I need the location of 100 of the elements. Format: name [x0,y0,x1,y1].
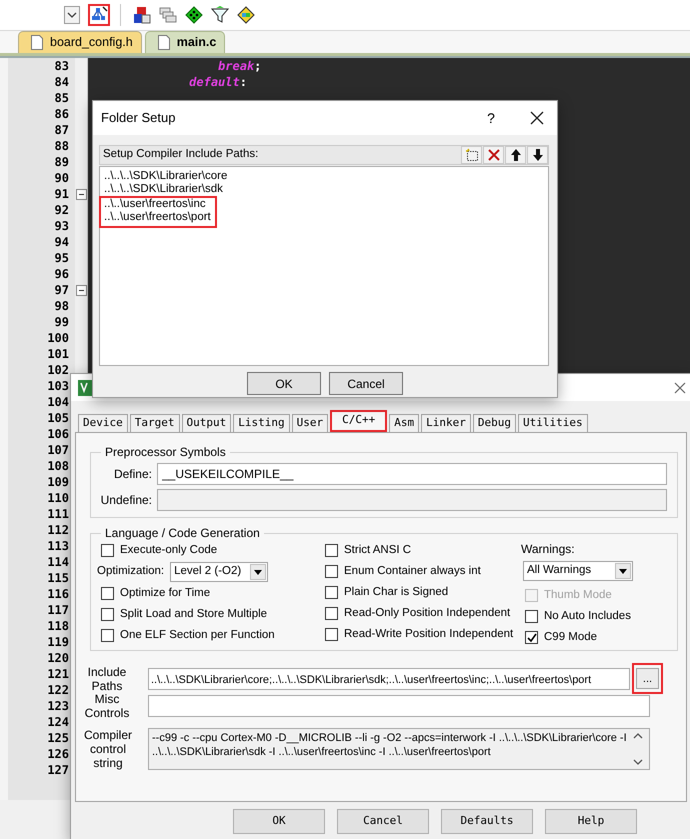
tab[interactable]: Target [130,414,180,432]
field-label: Compiler control string [82,728,133,770]
line-number: 117 [46,602,70,618]
checkbox-label: Enum Container always int [344,564,481,579]
line-number: 85 [54,90,70,106]
code-punctuation: ; [254,59,262,73]
ok-button[interactable]: OK [247,372,321,395]
checkbox[interactable] [325,607,338,620]
defaults-button[interactable]: Defaults [441,809,533,834]
help-button[interactable]: ? [481,108,501,128]
list-item[interactable]: ..\..\user\freertos\port [102,211,211,224]
file-tab[interactable]: main.c [144,31,226,53]
line-number: 127 [46,762,70,778]
diamond-icon[interactable] [185,6,203,24]
field-label: Optimization: [97,564,164,580]
text-field[interactable]: ..\..\..\SDK\Librarier\core;..\..\..\SDK\Librarier\sdk;..\..\user\freertos\inc;..\..\user\freertos\port [148,668,630,690]
line-number: 124 [46,714,70,730]
tab[interactable]: Listing [233,414,290,432]
line-number: 105 [46,410,70,426]
blocks-icon[interactable] [133,6,151,24]
checkbox-label: Optimize for Time [120,586,210,601]
cancel-button[interactable]: Cancel [337,809,429,834]
text-field[interactable] [148,695,650,717]
collapse-icon[interactable] [76,284,86,296]
line-number: 108 [46,458,70,474]
tab[interactable]: Utilities [518,414,588,432]
field-label: Include Paths [86,664,128,692]
colored-grid-icon[interactable] [237,6,255,24]
ok-button[interactable]: OK [233,809,325,834]
caret-icon [254,570,262,574]
checkbox[interactable] [525,631,538,644]
line-number: 89 [54,154,70,170]
dropdown-icon[interactable] [64,6,82,24]
delete-icon[interactable] [486,148,500,162]
file-icon [158,35,170,50]
checkbox[interactable] [325,544,338,557]
dropdown[interactable]: Level 2 (-O2) [170,562,268,582]
line-number: 84 [54,74,70,90]
close-icon[interactable] [530,111,544,125]
line-number: 101 [46,346,70,362]
line-number: 111 [46,506,70,522]
line-number: 97 [54,282,70,298]
line-number: 110 [46,490,70,506]
tab[interactable]: User [292,414,328,432]
tab[interactable]: Asm [389,414,420,432]
tab[interactable]: Debug [472,414,516,432]
scroll-down-icon[interactable] [633,759,643,765]
checkbox-label: No Auto Includes [544,608,631,624]
list-item[interactable]: ..\..\..\SDK\Librarier\sdk [102,183,546,196]
line-number: 83 [54,58,70,74]
checkbox[interactable] [325,628,338,641]
browse-button[interactable]: ... [636,668,659,689]
checkbox[interactable] [325,586,338,599]
dropdown[interactable]: All Warnings [523,561,633,581]
line-number: 103 [46,378,70,394]
field-label: Define: [112,466,153,483]
checkbox[interactable] [525,610,538,623]
checkbox[interactable] [101,608,114,621]
checkbox-label: Plain Char is Signed [344,584,448,600]
checkbox[interactable] [101,544,114,557]
checkbox[interactable] [101,629,114,642]
line-number: 112 [46,522,70,538]
line-number: 99 [54,314,70,330]
list-item[interactable]: ..\..\user\freertos\inc [102,198,211,211]
tab[interactable]: Linker [421,414,471,432]
line-number: 92 [54,202,70,218]
file-tab[interactable]: board_config.h [18,31,142,53]
line-number: 98 [54,298,70,314]
line-number: 125 [46,730,70,746]
field-label: Warnings: [521,541,576,558]
cancel-button[interactable]: Cancel [329,372,403,395]
line-number: 123 [46,698,70,714]
line-number: 106 [46,426,70,442]
up-arrow-icon[interactable] [508,148,522,162]
line-number: 88 [54,138,70,154]
text-field[interactable]: __USEKEILCOMPILE__ [157,463,667,485]
tab[interactable]: C/C++ [330,410,388,432]
help-button[interactable]: Help [545,809,637,834]
line-number: 95 [54,250,70,266]
new-item-icon[interactable] [464,148,478,162]
list-item[interactable]: ..\..\..\SDK\Librarier\core [102,170,546,183]
line-number: 96 [54,266,70,282]
line-number: 93 [54,218,70,234]
field-label: Misc Controls [84,692,130,720]
tab[interactable]: Output [182,414,232,432]
checkbox[interactable] [101,587,114,600]
down-arrow-icon[interactable] [530,148,544,162]
tab[interactable]: Device [78,414,128,432]
funnel-icon[interactable] [211,6,229,24]
field-label: Undefine: [100,492,153,509]
app-icon [78,380,92,396]
scroll-up-icon[interactable] [633,733,643,739]
caret-icon [619,568,627,574]
line-number: 87 [54,122,70,138]
line-number: 86 [54,106,70,122]
line-number: 120 [46,650,70,666]
stacked-windows-icon[interactable] [159,6,177,24]
checkbox[interactable] [325,565,338,578]
collapse-icon[interactable] [76,188,86,200]
group-title: Language / Code Generation [104,526,261,540]
